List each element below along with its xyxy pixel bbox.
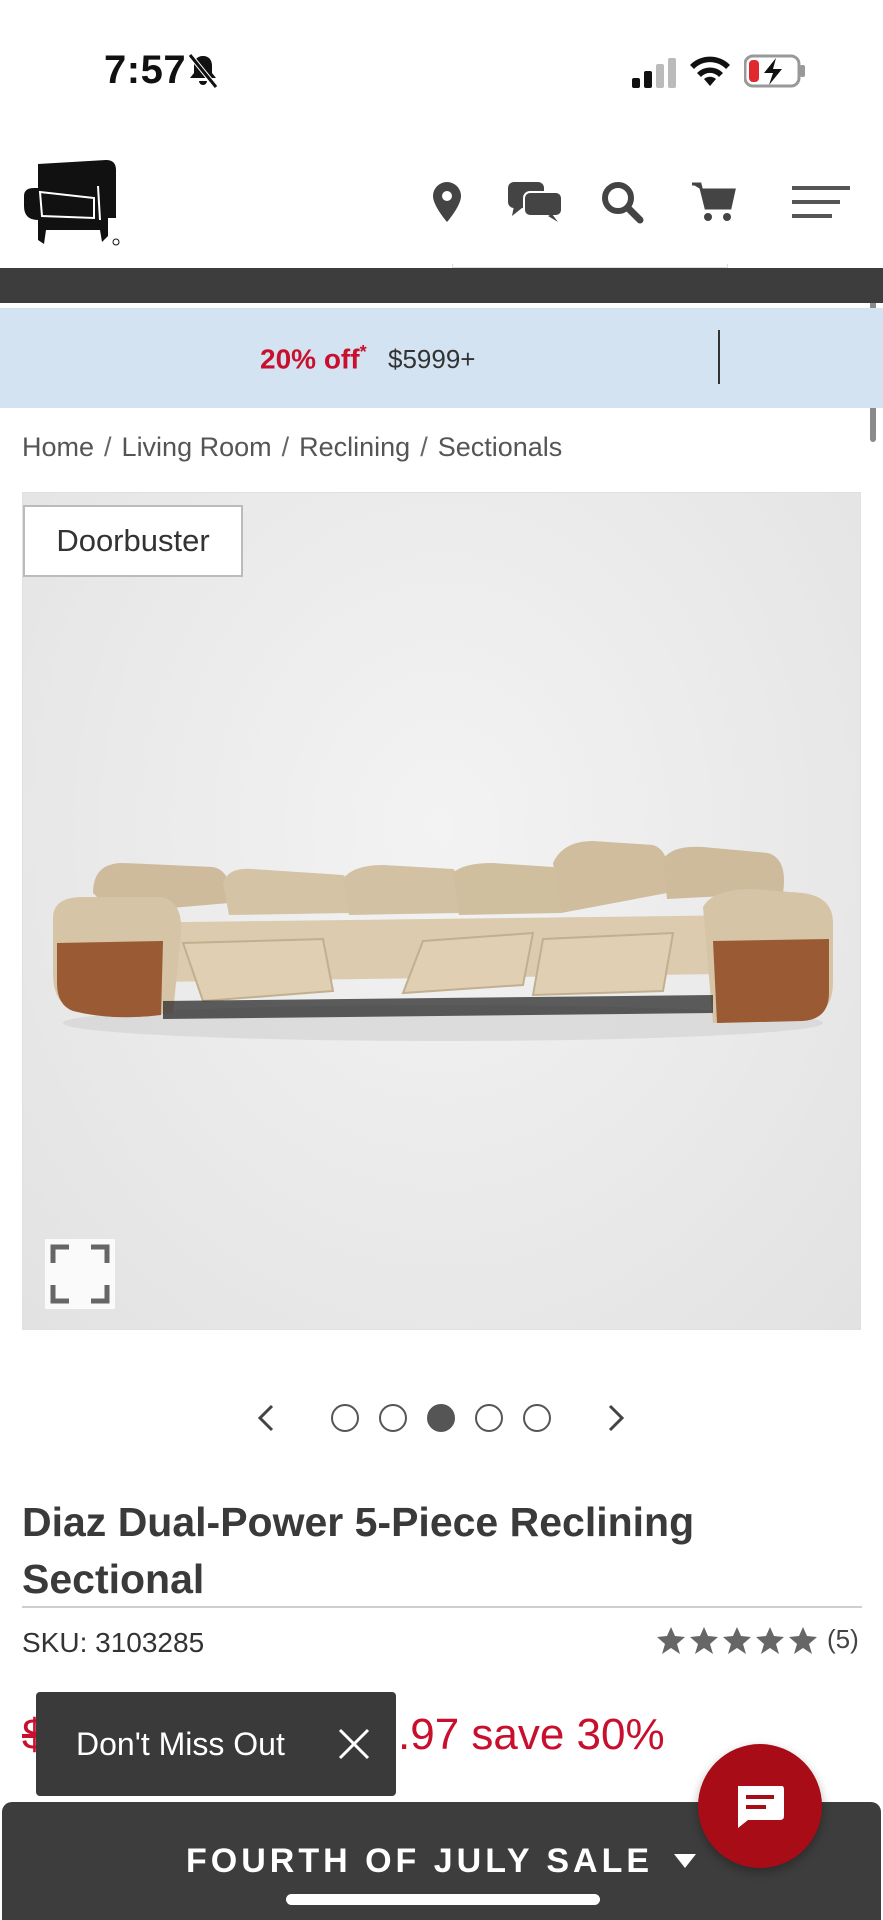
- top-dark-strip: [0, 268, 883, 303]
- status-time: 7:57: [104, 48, 187, 92]
- chat-button[interactable]: [698, 1744, 822, 1868]
- breadcrumb-reclining[interactable]: Reclining: [299, 432, 410, 463]
- dont-miss-out-toast[interactable]: Don't Miss Out: [36, 1692, 396, 1796]
- carousel-dot-active[interactable]: [427, 1404, 455, 1432]
- star-icon: [657, 1626, 685, 1654]
- divider: [22, 1606, 862, 1608]
- cart-icon[interactable]: [690, 180, 736, 224]
- search-icon[interactable]: [600, 180, 644, 224]
- promo-discount: 20% off*: [260, 342, 367, 375]
- breadcrumb-living-room[interactable]: Living Room: [122, 432, 272, 463]
- location-pin-icon[interactable]: [430, 180, 464, 224]
- breadcrumb-home[interactable]: Home: [22, 432, 94, 463]
- wifi-icon: [690, 56, 730, 86]
- breadcrumb-separator: /: [104, 432, 112, 462]
- chevron-left-icon[interactable]: [252, 1402, 282, 1434]
- carousel-dot[interactable]: [331, 1404, 359, 1432]
- breadcrumb-separator: /: [281, 432, 290, 462]
- close-icon[interactable]: [336, 1726, 372, 1762]
- sku-label: SKU: 3103285: [22, 1627, 205, 1658]
- carousel-dot[interactable]: [379, 1404, 407, 1432]
- battery-charging-icon: [744, 54, 805, 88]
- breadcrumb: Home / Living Room / Reclining / Section…: [22, 432, 562, 463]
- expand-fullscreen-icon[interactable]: [45, 1239, 115, 1309]
- caret-down-icon: [674, 1854, 696, 1868]
- promo-divider: [718, 330, 720, 384]
- signal-icon: [632, 58, 676, 88]
- carousel-dot[interactable]: [475, 1404, 503, 1432]
- star-icon: [723, 1626, 751, 1654]
- carousel-dot[interactable]: [523, 1404, 551, 1432]
- product-image[interactable]: Doorbuster: [22, 492, 861, 1330]
- chat-message-icon: [738, 1786, 784, 1828]
- price-sale: .97 save 30%: [398, 1710, 665, 1759]
- star-icon: [690, 1626, 718, 1654]
- sale-bar-label: FOURTH OF JULY SALE: [186, 1842, 654, 1880]
- home-indicator: [286, 1894, 600, 1905]
- product-title: Diaz Dual-Power 5-Piece Reclining Sectio…: [22, 1499, 695, 1602]
- armchair-logo-icon[interactable]: [20, 156, 122, 248]
- promo-amount: $5999+: [388, 344, 476, 374]
- review-count: (5): [827, 1624, 859, 1654]
- promo-banner[interactable]: 20% off* $5999+: [0, 308, 883, 408]
- bell-muted-icon: [188, 53, 218, 89]
- rating-stars[interactable]: (5): [656, 1624, 859, 1655]
- star-icon: [789, 1626, 817, 1654]
- chat-bubbles-icon[interactable]: [508, 180, 562, 224]
- chevron-right-icon[interactable]: [600, 1402, 630, 1434]
- toast-text: Don't Miss Out: [76, 1726, 285, 1762]
- carousel-nav: [0, 1396, 883, 1440]
- site-header: [0, 140, 883, 268]
- sectional-sofa-image: [53, 841, 833, 1041]
- breadcrumb-sectionals[interactable]: Sectionals: [438, 432, 563, 463]
- status-bar: 7:57: [0, 0, 883, 130]
- hamburger-menu-icon[interactable]: [792, 180, 850, 224]
- star-icon: [756, 1626, 784, 1654]
- doorbuster-badge: Doorbuster: [23, 505, 243, 577]
- breadcrumb-separator: /: [420, 432, 428, 462]
